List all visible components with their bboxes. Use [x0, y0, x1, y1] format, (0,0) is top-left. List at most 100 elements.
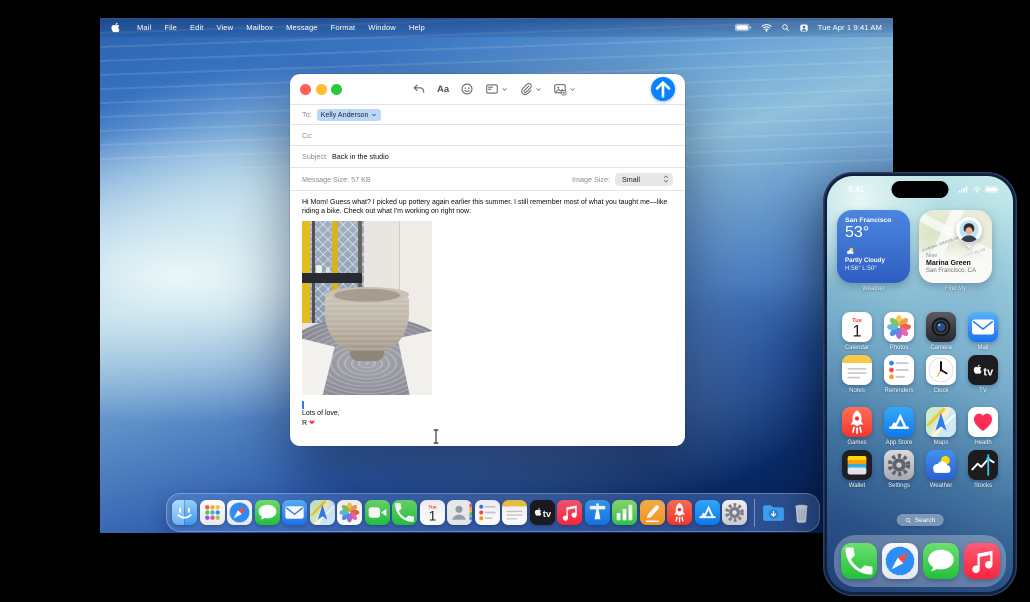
dock-item-settings-mac[interactable]	[722, 500, 747, 525]
dock-item-contacts[interactable]	[447, 500, 472, 525]
dock-item-appstore[interactable]	[694, 500, 720, 525]
message-paragraph: Hi Mom! Guess what? I picked up pottery …	[302, 199, 668, 215]
to-field[interactable]: To: Kelly Anderson	[290, 104, 685, 124]
dock-item-photos[interactable]	[337, 500, 362, 525]
user-switcher-icon[interactable]	[799, 23, 809, 33]
iphone-app-calendar[interactable]: Tue 1 Calendar	[836, 312, 878, 351]
dock-item-messages[interactable]	[254, 500, 280, 525]
dock-item-tv[interactable]: tv	[529, 500, 555, 525]
compose-toolbar: Aa	[412, 74, 576, 104]
dock-item-finder[interactable]	[172, 500, 197, 525]
dock-item-music[interactable]	[557, 500, 582, 525]
dock-item-mail[interactable]	[282, 500, 307, 525]
svg-text:1: 1	[852, 322, 861, 340]
menu-item[interactable]: Format	[331, 23, 356, 32]
menu-item[interactable]: View	[216, 23, 233, 32]
dock-item-facetime[interactable]	[364, 500, 390, 525]
dock-item-numbers[interactable]	[612, 500, 637, 525]
iphone-app-mail[interactable]: Mail	[962, 312, 1004, 351]
find-my-widget[interactable]: MARINA GREEN DR MARINA BLVD Now Marina G…	[919, 210, 992, 283]
dock-item-pages[interactable]	[639, 500, 665, 525]
menu-item[interactable]: Mailbox	[246, 23, 273, 32]
format-text-button[interactable]: Aa	[437, 84, 449, 95]
undo-icon[interactable]	[412, 82, 426, 96]
dock: Tue 1 tv	[166, 493, 820, 532]
iphone-app-games[interactable]: Games	[836, 407, 878, 446]
menu-item[interactable]: File	[164, 23, 177, 32]
message-size-label: Message Size: 57 KB	[302, 174, 371, 184]
spotlight-search-icon[interactable]	[781, 23, 790, 32]
weather-hi-lo: H:56° L:50°	[845, 264, 877, 272]
find-my-timestamp: Now	[926, 253, 938, 259]
cc-field[interactable]: Cc:	[290, 124, 685, 145]
message-body[interactable]: Hi Mom! Guess what? I picked up pottery …	[290, 190, 685, 444]
emoji-picker-icon[interactable]	[460, 82, 474, 96]
menu-item[interactable]: Message	[286, 23, 318, 32]
iphone-dock-item-safari[interactable]	[881, 543, 918, 579]
recipient-token[interactable]: Kelly Anderson	[316, 108, 381, 121]
chevron-down-icon	[569, 86, 576, 93]
dock-item-reminders[interactable]	[474, 500, 500, 525]
wifi-icon[interactable]	[761, 23, 772, 32]
weather-condition: Partly Cloudy	[845, 257, 885, 264]
mantel-shelf	[302, 273, 362, 283]
dock-item-trash[interactable]	[789, 500, 814, 525]
paperclip-icon	[519, 82, 533, 96]
dock-divider	[753, 498, 755, 527]
image-size-label: Image Size:	[572, 174, 610, 184]
apple-menu-icon[interactable]	[111, 22, 120, 33]
send-button[interactable]	[651, 77, 675, 101]
menu-item[interactable]: Mail	[137, 23, 151, 32]
iphone-app-settings-ios[interactable]: Settings	[878, 450, 920, 489]
iphone-app-tv[interactable]: tv TV	[962, 355, 1004, 394]
pottery-photo[interactable]	[302, 221, 432, 395]
iphone-app-wallet[interactable]: Wallet	[836, 450, 878, 489]
weather-widget[interactable]: San Francisco 53° Partly Cloudy H:56° L:…	[837, 210, 910, 283]
photo-browser-button[interactable]	[553, 82, 576, 96]
battery-icon[interactable]	[734, 23, 752, 32]
spotlight-search-pill[interactable]: Search	[896, 514, 944, 526]
dock-item-phone[interactable]	[392, 500, 417, 525]
close-window-button[interactable]	[300, 83, 311, 95]
cc-label: Cc:	[302, 130, 313, 140]
dock-item-safari[interactable]	[227, 500, 252, 525]
iphone-status-icons	[958, 186, 1000, 193]
minimize-window-button[interactable]	[315, 83, 327, 95]
menu-item[interactable]: Window	[368, 23, 396, 32]
attach-file-button[interactable]	[519, 82, 542, 96]
dock-item-launchpad[interactable]	[199, 500, 225, 525]
iphone-app-maps[interactable]: Maps	[920, 407, 962, 446]
iphone-app-notes[interactable]: Notes	[836, 355, 878, 394]
dock-item-keynote[interactable]	[584, 500, 610, 525]
iphone-app-clock[interactable]: Clock	[920, 355, 962, 394]
iphone-app-weather[interactable]: Weather	[920, 450, 962, 489]
dock-item-notes[interactable]	[502, 500, 527, 525]
menu-item[interactable]: Help	[409, 23, 425, 32]
widget-row: San Francisco 53° Partly Cloudy H:56° L:…	[837, 210, 992, 292]
iphone-dock-item-phone[interactable]	[840, 543, 877, 579]
chevron-down-icon	[371, 112, 377, 118]
weather-city: San Francisco	[845, 217, 892, 224]
iphone-app-appstore[interactable]: App Store	[878, 407, 920, 446]
subject-field[interactable]: Subject: Back in the studio	[290, 145, 685, 167]
mail-compose-window: Aa To: Kelly Anderson Cc: Subject: Back …	[290, 74, 685, 446]
dock-item-downloads[interactable]	[761, 500, 786, 525]
iphone-app-photos[interactable]: Photos	[878, 312, 920, 351]
find-my-place: Marina Green	[926, 260, 971, 267]
iphone-dock-item-messages[interactable]	[922, 543, 959, 579]
dock-item-maps[interactable]	[309, 500, 335, 525]
iphone-app-camera[interactable]: Camera	[920, 312, 962, 351]
iphone-app-stocks[interactable]: Stocks	[962, 450, 1004, 489]
iphone-home-screen: 9:41 San Francisco 53° Partly Cloudy H:5…	[827, 176, 1013, 592]
image-size-select[interactable]: Small	[615, 172, 673, 186]
iphone-dock	[834, 535, 1006, 587]
menu-bar-clock[interactable]: Tue Apr 1 9:41 AM	[818, 23, 882, 32]
dock-item-calendar[interactable]: Tue 1	[419, 500, 445, 525]
iphone-app-health[interactable]: Health	[962, 407, 1004, 446]
iphone-dock-item-music[interactable]	[963, 543, 1000, 579]
header-fields-button[interactable]	[485, 82, 508, 96]
iphone-app-reminders[interactable]: Reminders	[878, 355, 920, 394]
dock-item-games[interactable]	[667, 500, 692, 525]
menu-item[interactable]: Edit	[190, 23, 204, 32]
zoom-window-button[interactable]	[331, 83, 342, 95]
